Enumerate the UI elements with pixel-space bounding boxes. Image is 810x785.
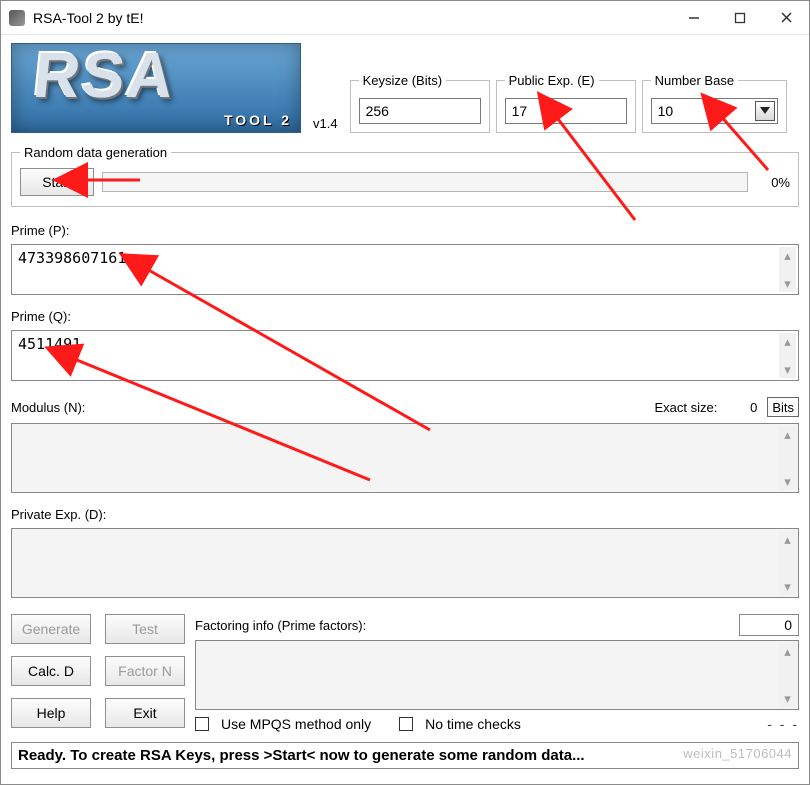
keysize-group: Keysize (Bits) [350, 73, 490, 133]
numberbase-group: Number Base 10 [642, 73, 787, 133]
modulus-row: Modulus (N): Exact size: 0 Bits [11, 397, 799, 417]
pubexp-legend: Public Exp. (E) [505, 73, 599, 88]
chevron-down-icon[interactable]: ▾ [779, 473, 796, 490]
exact-size-label: Exact size: [654, 400, 717, 415]
progress-percent: 0% [756, 175, 790, 190]
progress-bar [102, 172, 748, 192]
factor-label: Factoring info (Prime factors): [195, 618, 739, 633]
app-window: RSA-Tool 2 by tE! RSA TOOL 2 v1.4 Keysiz… [0, 0, 810, 785]
private-d-label: Private Exp. (D): [11, 507, 799, 522]
app-icon [9, 10, 25, 26]
prime-p-input[interactable] [12, 245, 778, 291]
dashes: - - - [767, 716, 799, 732]
private-d-box: ▴ ▾ [11, 528, 799, 598]
chevron-up-icon[interactable]: ▴ [779, 247, 796, 264]
pubexp-input[interactable] [505, 98, 627, 124]
scrollbar[interactable]: ▴ ▾ [779, 333, 796, 378]
prime-p-label: Prime (P): [11, 223, 799, 238]
chevron-down-icon[interactable]: ▾ [779, 361, 796, 378]
modulus-box: ▴ ▾ [11, 423, 799, 493]
no-time-checkbox[interactable] [399, 717, 413, 731]
private-d-input[interactable] [12, 529, 778, 591]
random-legend: Random data generation [20, 145, 171, 160]
keysize-legend: Keysize (Bits) [359, 73, 446, 88]
version-label: v1.4 [313, 116, 338, 131]
scrollbar[interactable]: ▴ ▾ [779, 531, 796, 595]
factor-header: Factoring info (Prime factors): [195, 614, 799, 636]
bits-button[interactable]: Bits [767, 397, 799, 417]
help-button[interactable]: Help [11, 698, 91, 728]
factor-column: Factoring info (Prime factors): ▴ ▾ Use … [195, 614, 799, 732]
minimize-button[interactable] [671, 1, 717, 34]
exit-button[interactable]: Exit [105, 698, 185, 728]
close-button[interactable] [763, 1, 809, 34]
prime-p-box: ▴ ▾ [11, 244, 799, 295]
scrollbar[interactable]: ▴ ▾ [779, 643, 796, 707]
chevron-down-icon[interactable] [755, 101, 775, 121]
factor-count [739, 614, 799, 636]
chevron-up-icon[interactable]: ▴ [779, 426, 796, 443]
checks-row: Use MPQS method only No time checks - - … [195, 716, 799, 732]
chevron-down-icon[interactable]: ▾ [779, 275, 796, 292]
chevron-up-icon[interactable]: ▴ [779, 531, 796, 548]
logo-subtext: TOOL 2 [224, 112, 292, 128]
prime-q-label: Prime (Q): [11, 309, 799, 324]
start-button[interactable]: Start [20, 168, 94, 196]
use-mpqs-label: Use MPQS method only [221, 716, 371, 732]
top-row: RSA TOOL 2 v1.4 Keysize (Bits) Public Ex… [11, 43, 799, 133]
pubexp-group: Public Exp. (E) [496, 73, 636, 133]
factor-output[interactable] [196, 641, 778, 703]
no-time-label: No time checks [425, 716, 521, 732]
numberbase-combo[interactable]: 10 [651, 98, 778, 124]
numberbase-value: 10 [658, 103, 674, 119]
random-group: Random data generation Start 0% [11, 145, 799, 207]
client-area: RSA TOOL 2 v1.4 Keysize (Bits) Public Ex… [1, 35, 809, 784]
chevron-down-icon[interactable]: ▾ [779, 578, 796, 595]
window-title: RSA-Tool 2 by tE! [33, 10, 671, 26]
factor-n-button[interactable]: Factor N [105, 656, 185, 686]
test-button[interactable]: Test [105, 614, 185, 644]
status-bar: Ready. To create RSA Keys, press >Start<… [11, 742, 799, 769]
numberbase-legend: Number Base [651, 73, 738, 88]
chevron-down-icon[interactable]: ▾ [779, 690, 796, 707]
use-mpqs-checkbox[interactable] [195, 717, 209, 731]
modulus-label: Modulus (N): [11, 400, 85, 415]
status-text: Ready. To create RSA Keys, press >Start<… [18, 747, 585, 764]
prime-q-box: ▴ ▾ [11, 330, 799, 381]
bottom-panel: Generate Test Calc. D Factor N Help Exit… [11, 614, 799, 732]
watermark: weixin_51706044 [683, 746, 792, 761]
generate-button[interactable]: Generate [11, 614, 91, 644]
modulus-input[interactable] [12, 424, 778, 486]
prime-q-input[interactable] [12, 331, 778, 377]
titlebar: RSA-Tool 2 by tE! [1, 1, 809, 35]
button-column: Generate Test Calc. D Factor N Help Exit [11, 614, 185, 732]
app-logo: RSA TOOL 2 [11, 43, 301, 133]
chevron-up-icon[interactable]: ▴ [779, 333, 796, 350]
maximize-button[interactable] [717, 1, 763, 34]
scrollbar[interactable]: ▴ ▾ [779, 247, 796, 292]
keysize-input[interactable] [359, 98, 481, 124]
exact-size-value: 0 [727, 400, 757, 415]
factor-box: ▴ ▾ [195, 640, 799, 710]
chevron-up-icon[interactable]: ▴ [779, 643, 796, 660]
calc-d-button[interactable]: Calc. D [11, 656, 91, 686]
window-controls [671, 1, 809, 34]
scrollbar[interactable]: ▴ ▾ [779, 426, 796, 490]
logo-text: RSA [30, 43, 179, 112]
